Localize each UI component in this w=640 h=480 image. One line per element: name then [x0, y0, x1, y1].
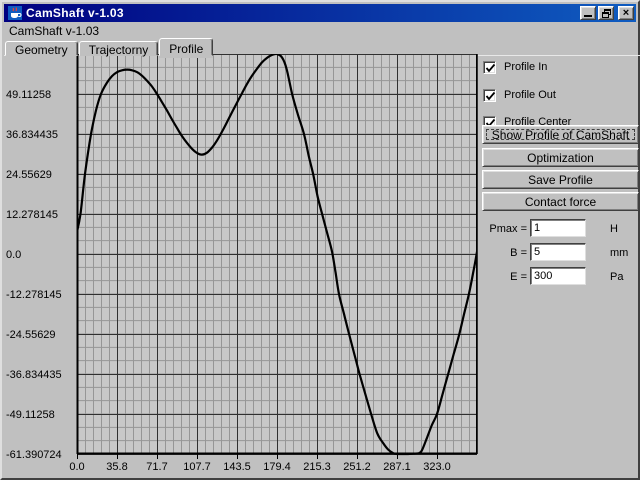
- svg-text:179.4: 179.4: [263, 461, 291, 473]
- checkbox-box[interactable]: [483, 89, 496, 102]
- svg-text:-61.390724: -61.390724: [6, 449, 62, 461]
- tab-geometry[interactable]: Geometry: [5, 41, 78, 56]
- tab-profile[interactable]: Profile: [159, 38, 213, 56]
- checkbox-profile-in[interactable]: Profile In: [483, 60, 547, 74]
- svg-text:-24.55629: -24.55629: [6, 329, 56, 341]
- svg-text:-12.278145: -12.278145: [6, 289, 62, 301]
- pmax-unit: H: [610, 223, 618, 235]
- checkbox-label: Profile In: [504, 61, 547, 73]
- svg-text:107.7: 107.7: [183, 461, 211, 473]
- svg-text:36.834435: 36.834435: [6, 129, 58, 141]
- title-bar: CamShaft v-1.03 ×: [4, 4, 636, 22]
- checkbox-label: Profile Out: [504, 89, 556, 101]
- check-icon: [485, 63, 496, 74]
- save-profile-button[interactable]: Save Profile: [482, 170, 639, 189]
- svg-text:49.11258: 49.11258: [6, 89, 51, 101]
- svg-text:143.5: 143.5: [223, 461, 251, 473]
- optimization-button[interactable]: Optimization: [482, 148, 639, 167]
- svg-text:71.7: 71.7: [146, 461, 167, 473]
- pmax-input[interactable]: [530, 219, 586, 237]
- svg-text:251.2: 251.2: [343, 461, 371, 473]
- tab-bar: Geometry Trajectorny Profile: [5, 38, 214, 56]
- check-icon: [485, 91, 496, 102]
- close-icon: ×: [619, 6, 633, 20]
- pmax-label: Pmax =: [480, 223, 527, 235]
- svg-text:-36.834435: -36.834435: [6, 369, 62, 381]
- e-unit: Pa: [610, 271, 623, 283]
- svg-text:287.1: 287.1: [383, 461, 411, 473]
- close-button[interactable]: ×: [618, 6, 634, 20]
- e-label: E =: [480, 271, 527, 283]
- svg-text:12.278145: 12.278145: [6, 209, 58, 221]
- tab-trajectorny[interactable]: Trajectorny: [79, 41, 159, 56]
- b-label: B =: [480, 247, 527, 259]
- svg-text:323.0: 323.0: [423, 461, 451, 473]
- minimize-icon: [584, 15, 592, 17]
- window-title: CamShaft v-1.03: [26, 6, 578, 20]
- svg-text:0.0: 0.0: [69, 461, 84, 473]
- svg-text:24.55629: 24.55629: [6, 169, 52, 181]
- minimize-button[interactable]: [580, 6, 596, 20]
- b-input[interactable]: [530, 243, 586, 261]
- b-unit: mm: [610, 247, 628, 259]
- app-window: CamShaft v-1.03 × CamShaft v-1.03 Geomet…: [0, 0, 640, 480]
- svg-text:-49.11258: -49.11258: [6, 409, 55, 421]
- java-cup-icon: [8, 6, 22, 20]
- checkbox-profile-out[interactable]: Profile Out: [483, 88, 556, 102]
- svg-text:215.3: 215.3: [303, 461, 331, 473]
- show-profile-button[interactable]: Show Profile of CamShaft: [482, 125, 639, 144]
- profile-chart: 49.11258 36.834435 24.55629 12.278145 0.0 -12…: [2, 54, 484, 480]
- contact-force-button[interactable]: Contact force: [482, 192, 639, 211]
- e-input[interactable]: [530, 267, 586, 285]
- svg-text:35.8: 35.8: [106, 461, 127, 473]
- restore-button[interactable]: [598, 6, 614, 20]
- svg-text:0.0: 0.0: [6, 249, 21, 261]
- restore-icon: [602, 9, 611, 18]
- checkbox-box[interactable]: [483, 61, 496, 74]
- frame-label: CamShaft v-1.03: [9, 24, 99, 38]
